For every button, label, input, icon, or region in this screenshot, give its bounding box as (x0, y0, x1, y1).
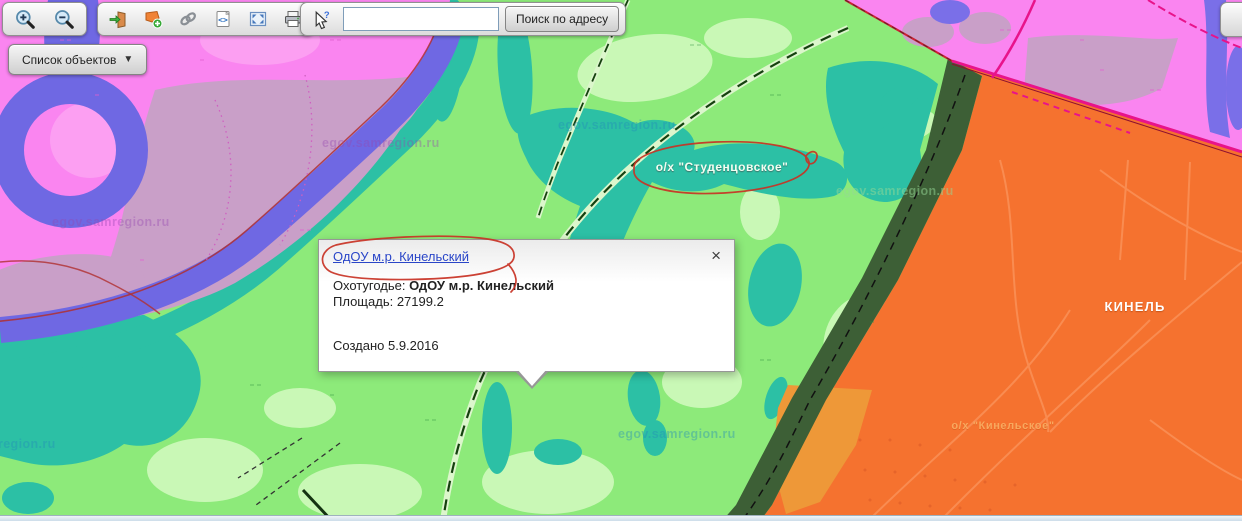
zoom-out-button[interactable] (46, 5, 82, 33)
close-icon[interactable]: × (711, 247, 721, 264)
map-bottom-edge (0, 515, 1242, 521)
link-button[interactable] (172, 5, 204, 33)
popup-field-area-value: 27199.2 (397, 294, 444, 309)
address-search-button[interactable]: Поиск по адресу (505, 6, 619, 32)
map-application: egov.samregion.ru egov.samregion.ru egov… (0, 0, 1242, 521)
popup-body: Охотугодье: ОдОУ м.р. Кинельский Площадь… (319, 264, 734, 354)
expand-arrows-icon (248, 9, 268, 29)
fullscreen-button[interactable] (242, 5, 274, 33)
enter-button[interactable] (102, 5, 134, 33)
cursor-question-icon: ? (312, 9, 333, 30)
identify-button[interactable]: ? (307, 5, 337, 33)
objects-list-label: Список объектов (22, 53, 116, 67)
popup-field-hunting-label: Охотугодье: (333, 278, 405, 293)
popup-field-hunting-value: ОдОУ м.р. Кинельский (409, 278, 554, 293)
zoom-in-button[interactable] (7, 5, 43, 33)
popup-field-hunting: Охотугодье: ОдОУ м.р. Кинельский (333, 278, 720, 294)
popup-title-link[interactable]: ОдОУ м.р. Кинельский (333, 249, 469, 264)
door-arrow-icon (108, 9, 128, 29)
embed-code-button[interactable]: <> (207, 5, 239, 33)
add-object-button[interactable] (137, 5, 169, 33)
popup-created: Создано 5.9.2016 (333, 338, 720, 354)
popup-field-area-label: Площадь: (333, 294, 393, 309)
toolbar-search-group: ? Поиск по адресу (300, 2, 626, 36)
caret-down-icon: ▼ (123, 54, 133, 65)
svg-text:?: ? (323, 9, 329, 20)
magnifier-plus-icon (14, 8, 36, 30)
chain-link-icon (178, 9, 198, 29)
objects-list-button[interactable]: Список объектов ▼ (8, 44, 147, 75)
popup-field-area: Площадь: 27199.2 (333, 294, 720, 310)
info-popup: ОдОУ м.р. Кинельский × Охотугодье: ОдОУ … (318, 239, 735, 372)
corner-panel[interactable] (1220, 2, 1242, 37)
toolbar-zoom-group (2, 2, 87, 36)
address-search-input[interactable] (343, 7, 499, 31)
magnifier-minus-icon (53, 8, 75, 30)
code-page-icon: <> (213, 9, 233, 29)
toolbar-tools-group: <> (97, 2, 314, 36)
add-polygon-plus-icon (143, 9, 163, 29)
svg-text:<>: <> (218, 16, 228, 25)
popup-tail-inner (517, 369, 547, 386)
